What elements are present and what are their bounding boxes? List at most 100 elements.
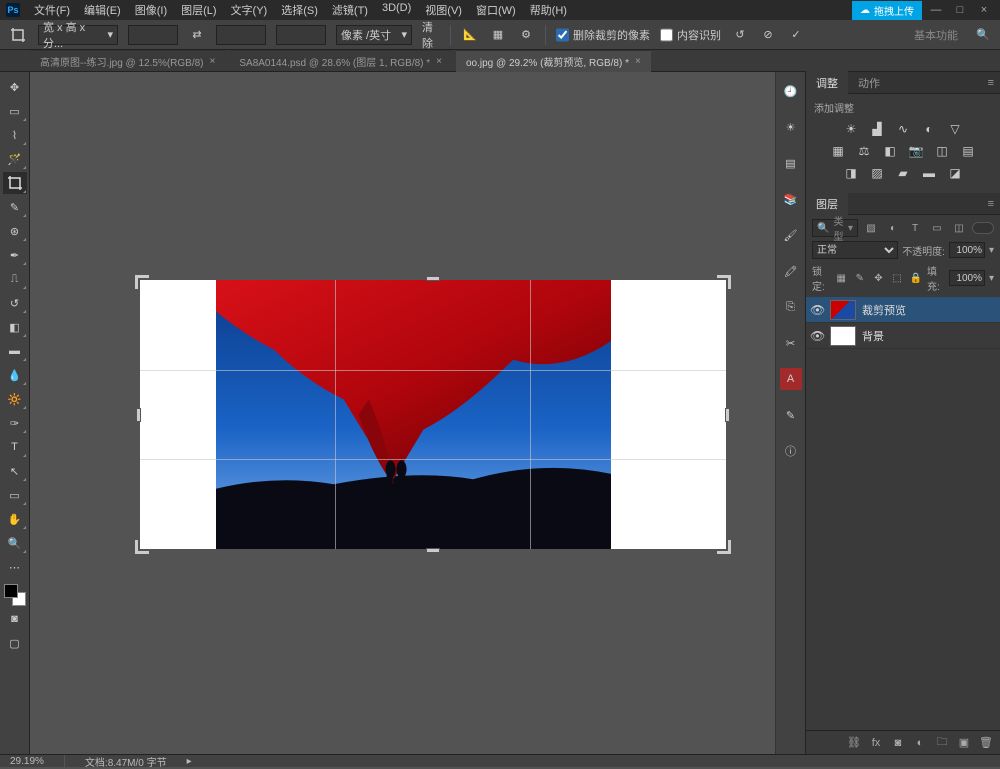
pen-tool[interactable]: ✑ — [3, 412, 27, 434]
photo-filter-icon[interactable]: 📷 — [907, 143, 925, 159]
crop-handle-right[interactable] — [725, 408, 730, 422]
extension-panel-icon[interactable]: A — [780, 368, 802, 390]
crop-options-gear-icon[interactable]: ⚙ — [517, 26, 535, 44]
layer-thumbnail[interactable] — [830, 300, 856, 320]
menu-filter[interactable]: 滤镜(T) — [326, 0, 374, 20]
quick-mask-mode[interactable]: ◙ — [3, 608, 27, 630]
lock-nested-icon[interactable]: ⬚ — [890, 269, 905, 287]
zoom-tool[interactable]: 🔍 — [3, 532, 27, 554]
crop-handle-left[interactable] — [136, 408, 141, 422]
menu-help[interactable]: 帮助(H) — [524, 0, 573, 20]
lock-artboard-icon[interactable]: ✥ — [871, 269, 886, 287]
layer-name[interactable]: 背景 — [862, 328, 884, 344]
color-swatches[interactable] — [4, 584, 26, 606]
crop-handle-tl[interactable] — [135, 275, 149, 289]
maximize-button[interactable]: □ — [950, 4, 970, 16]
document-tab[interactable]: 高清原图--练习.jpg @ 12.5%(RGB/8) × — [30, 50, 225, 72]
menu-window[interactable]: 窗口(W) — [470, 0, 522, 20]
menu-layer[interactable]: 图层(L) — [175, 0, 222, 20]
new-layer-icon[interactable]: ▣ — [956, 735, 972, 751]
lock-all-icon[interactable]: 🔒 — [908, 269, 923, 287]
hand-tool[interactable]: ✋ — [3, 508, 27, 530]
layer-filter-kind[interactable]: 🔍 类型 ▾ — [812, 219, 858, 237]
crop-height-input[interactable] — [216, 25, 266, 45]
tab-layers[interactable]: 图层 — [806, 192, 848, 216]
resolution-units[interactable]: 像素 /英寸▾ — [336, 25, 412, 45]
blend-mode-select[interactable]: 正常 — [812, 241, 898, 259]
exposure-icon[interactable]: ◐ — [920, 121, 938, 137]
gradient-tool[interactable]: ▬ — [3, 340, 27, 362]
eraser-tool[interactable]: ◧ — [3, 316, 27, 338]
type-tool[interactable]: T — [3, 436, 27, 458]
filter-smart-icon[interactable]: ◫ — [950, 219, 968, 237]
hue-icon[interactable]: ▦ — [829, 143, 847, 159]
brush-tool[interactable]: ✒ — [3, 244, 27, 266]
status-menu-icon[interactable]: ▸ — [187, 756, 192, 767]
crop-handle-tr[interactable] — [717, 275, 731, 289]
levels-icon[interactable]: ▟ — [868, 121, 886, 137]
crop-tool[interactable] — [3, 172, 27, 194]
overlay-options-icon[interactable]: ▦ — [489, 26, 507, 44]
delete-layer-icon[interactable]: 🗑 — [978, 735, 994, 751]
doc-size[interactable]: 文档:8.47M/0 字节 — [85, 754, 167, 769]
crop-width-input[interactable] — [128, 25, 178, 45]
filter-toggle[interactable] — [972, 222, 994, 234]
current-tool-icon[interactable] — [8, 25, 28, 45]
clone-stamp-tool[interactable]: ⎍ — [3, 268, 27, 290]
menu-select[interactable]: 选择(S) — [275, 0, 324, 20]
curves-icon[interactable]: ∿ — [894, 121, 912, 137]
brush-settings-panel-icon[interactable]: 🖍 — [780, 260, 802, 282]
history-panel-icon[interactable]: 🕘 — [780, 80, 802, 102]
notes-panel-icon[interactable]: ✎ — [780, 404, 802, 426]
tab-actions[interactable]: 动作 — [848, 71, 890, 95]
lock-pixels-icon[interactable]: ▦ — [834, 269, 849, 287]
bw-icon[interactable]: ◧ — [881, 143, 899, 159]
zoom-level[interactable]: 29.19% — [10, 756, 44, 767]
scissors-panel-icon[interactable]: ✂ — [780, 332, 802, 354]
cancel-crop-icon[interactable]: ⊘ — [759, 26, 777, 44]
layer-name[interactable]: 裁剪预览 — [862, 302, 906, 318]
swap-dimensions-button[interactable]: ⇄ — [188, 26, 206, 44]
menu-3d[interactable]: 3D(D) — [376, 0, 417, 20]
crop-handle-br[interactable] — [717, 540, 731, 554]
lasso-tool[interactable]: ⌇ — [3, 124, 27, 146]
close-button[interactable]: × — [974, 4, 994, 16]
invert-icon[interactable]: ◨ — [842, 165, 860, 181]
blur-tool[interactable]: 💧 — [3, 364, 27, 386]
layer-thumbnail[interactable] — [830, 326, 856, 346]
gradient-map-icon[interactable]: ▬ — [920, 165, 938, 181]
layer-row[interactable]: 👁 背景 — [806, 323, 1000, 349]
search-icon[interactable]: 🔍 — [974, 26, 992, 44]
crop-resolution-input[interactable] — [276, 25, 326, 45]
crop-handle-bottom[interactable] — [426, 548, 440, 553]
lock-position-icon[interactable]: ✎ — [853, 269, 868, 287]
filter-shape-icon[interactable]: ▭ — [928, 219, 946, 237]
chevron-down-icon[interactable]: ▾ — [989, 245, 994, 256]
fill-input[interactable] — [949, 270, 985, 286]
quick-select-tool[interactable]: 🪄 — [3, 148, 27, 170]
info-panel-icon[interactable]: ⓘ — [780, 440, 802, 462]
new-group-icon[interactable]: 🗀 — [934, 735, 950, 751]
content-aware-checkbox[interactable]: 内容识别 — [660, 25, 721, 45]
edit-toolbar[interactable]: ⋯ — [3, 556, 27, 578]
filter-type-icon[interactable]: T — [906, 219, 924, 237]
filter-adjust-icon[interactable]: ◐ — [884, 219, 902, 237]
layer-style-icon[interactable]: fx — [868, 735, 884, 751]
swatches-panel-icon[interactable]: ▤ — [780, 152, 802, 174]
brightness-icon[interactable]: ☀ — [842, 121, 860, 137]
panel-menu-icon[interactable]: ≡ — [982, 198, 1000, 210]
spot-heal-tool[interactable]: ⊛ — [3, 220, 27, 242]
document-tab[interactable]: SA8A0144.psd @ 28.6% (图层 1, RGB/8) * × — [229, 50, 452, 72]
crop-handle-bl[interactable] — [135, 540, 149, 554]
history-brush-tool[interactable]: ↺ — [3, 292, 27, 314]
layer-row[interactable]: 👁 裁剪预览 — [806, 297, 1000, 323]
opacity-input[interactable] — [949, 242, 985, 258]
crop-ratio-preset[interactable]: 宽 x 高 x 分...▾ — [38, 25, 118, 45]
close-icon[interactable]: × — [635, 56, 641, 67]
path-select-tool[interactable]: ↖ — [3, 460, 27, 482]
color-panel-icon[interactable]: ☀ — [780, 116, 802, 138]
brushes-panel-icon[interactable]: 🖌 — [780, 224, 802, 246]
reset-crop-icon[interactable]: ↺ — [731, 26, 749, 44]
menu-view[interactable]: 视图(V) — [419, 0, 468, 20]
delete-cropped-input[interactable] — [556, 25, 569, 45]
